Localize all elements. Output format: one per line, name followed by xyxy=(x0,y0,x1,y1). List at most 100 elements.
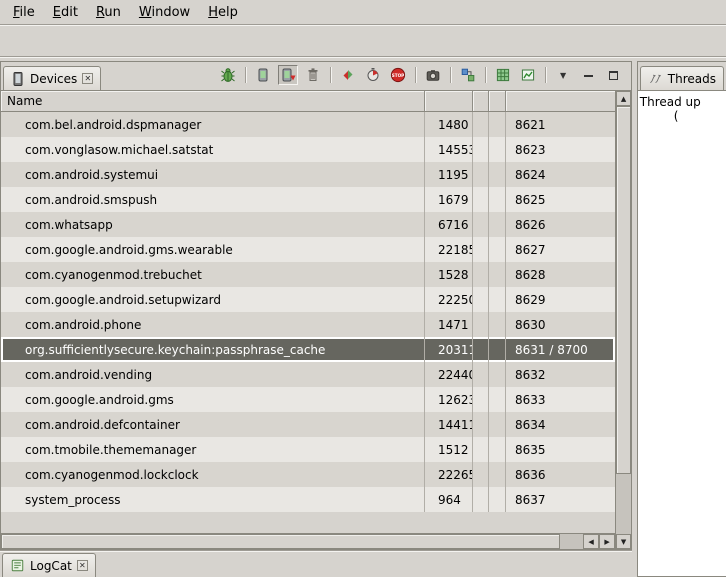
horizontal-scrollbar[interactable]: ◀ ▶ xyxy=(1,533,615,549)
process-port-cell: 8624 xyxy=(506,162,615,187)
column-header-blank-1[interactable] xyxy=(473,91,489,111)
table-row[interactable]: com.android.systemui 1195 8624 xyxy=(1,162,615,187)
process-port-cell: 8636 xyxy=(506,462,615,487)
blank-cell xyxy=(473,437,489,462)
top-toolbar-area xyxy=(0,25,726,57)
blank-cell xyxy=(489,237,506,262)
process-pid-cell: 1528 xyxy=(425,262,473,287)
table-row[interactable]: com.google.android.gms.wearable 22185 86… xyxy=(1,237,615,262)
scroll-down-icon[interactable]: ▼ xyxy=(616,534,631,549)
device-process-table: Name com.bel.android.dspmanager 1480 862… xyxy=(1,90,631,549)
view-menu-icon[interactable]: ▼ xyxy=(553,65,573,85)
column-header-port[interactable] xyxy=(506,91,615,111)
horizontal-scroll-track[interactable] xyxy=(1,534,583,549)
threads-message-line2: ( xyxy=(674,109,724,123)
view-hierarchy-icon[interactable] xyxy=(458,65,478,85)
toolbar-separator xyxy=(450,67,451,83)
stop-process-icon[interactable]: STOP xyxy=(388,65,408,85)
blank-cell xyxy=(489,137,506,162)
tab-devices-label: Devices xyxy=(30,72,77,86)
horizontal-scroll-thumb[interactable] xyxy=(1,534,560,549)
table-row[interactable]: com.android.smspush 1679 8625 xyxy=(1,187,615,212)
process-port-cell: 8621 xyxy=(506,112,615,137)
blank-cell xyxy=(489,412,506,437)
process-port-cell: 8637 xyxy=(506,487,615,512)
menubar: File Edit Run Window Help xyxy=(0,0,726,25)
tab-devices-close-icon[interactable]: ✕ xyxy=(82,73,93,84)
process-pid-cell: 14553 xyxy=(425,137,473,162)
vertical-scroll-thumb[interactable] xyxy=(616,106,631,474)
table-row[interactable]: com.bel.android.dspmanager 1480 8621 xyxy=(1,112,615,137)
tracer-icon[interactable] xyxy=(493,65,513,85)
maximize-icon[interactable] xyxy=(603,65,623,85)
column-header-blank-2[interactable] xyxy=(489,91,506,111)
show-heap-updates-icon[interactable] xyxy=(253,65,273,85)
vertical-scroll-track[interactable] xyxy=(616,106,631,534)
blank-cell xyxy=(473,137,489,162)
process-pid-cell: 1512 xyxy=(425,437,473,462)
table-row[interactable]: com.vonglasow.michael.satstat 14553 8623 xyxy=(1,137,615,162)
table-row[interactable]: com.google.android.setupwizard 22250 862… xyxy=(1,287,615,312)
process-port-cell: 8633 xyxy=(506,387,615,412)
menu-edit[interactable]: Edit xyxy=(44,2,87,23)
toolbar-separator xyxy=(485,67,486,83)
table-row[interactable]: com.google.android.gms 12623 8633 xyxy=(1,387,615,412)
tab-devices[interactable]: Devices ✕ xyxy=(3,66,101,90)
process-name-cell: com.vonglasow.michael.satstat xyxy=(1,137,425,162)
blank-cell xyxy=(473,337,489,362)
table-row[interactable]: com.android.vending 22440 8632 xyxy=(1,362,615,387)
blank-cell xyxy=(473,212,489,237)
menu-run[interactable]: Run xyxy=(87,2,130,23)
table-row[interactable]: com.android.phone 1471 8630 xyxy=(1,312,615,337)
menu-help[interactable]: Help xyxy=(199,2,247,23)
menu-window[interactable]: Window xyxy=(130,2,199,23)
process-pid-cell: 1471 xyxy=(425,312,473,337)
systrace-icon[interactable] xyxy=(518,65,538,85)
scroll-left-icon[interactable]: ◀ xyxy=(583,534,599,549)
cause-gc-icon[interactable] xyxy=(303,65,323,85)
vertical-scrollbar[interactable]: ▲ ▼ xyxy=(615,91,631,549)
debug-process-icon[interactable] xyxy=(218,65,238,85)
screen-capture-icon[interactable] xyxy=(423,65,443,85)
blank-cell xyxy=(473,362,489,387)
process-name-cell: com.tmobile.thememanager xyxy=(1,437,425,462)
column-header-name[interactable]: Name xyxy=(1,91,425,111)
table-row[interactable]: com.whatsapp 6716 8626 xyxy=(1,212,615,237)
logcat-bar: LogCat ✕ xyxy=(0,550,632,577)
minimize-icon[interactable] xyxy=(578,65,598,85)
table-row[interactable]: com.android.defcontainer 14411 8634 xyxy=(1,412,615,437)
process-name-cell: com.cyanogenmod.trebuchet xyxy=(1,262,425,287)
dump-hprof-icon[interactable] xyxy=(278,65,298,85)
devices-view-header: Devices ✕ xyxy=(1,62,631,90)
blank-cell xyxy=(489,362,506,387)
tab-threads[interactable]: Threads xyxy=(640,66,724,90)
blank-cell xyxy=(473,487,489,512)
blank-cell xyxy=(489,287,506,312)
process-pid-cell: 1679 xyxy=(425,187,473,212)
column-header-pid[interactable] xyxy=(425,91,473,111)
process-name-cell: com.android.phone xyxy=(1,312,425,337)
scroll-right-icon[interactable]: ▶ xyxy=(599,534,615,549)
table-header-row: Name xyxy=(1,91,615,112)
process-pid-cell: 1480 xyxy=(425,112,473,137)
scroll-up-icon[interactable]: ▲ xyxy=(616,91,631,106)
table-row[interactable]: com.cyanogenmod.lockclock 22265 8636 xyxy=(1,462,615,487)
menu-file[interactable]: File xyxy=(4,2,44,23)
tab-logcat[interactable]: LogCat ✕ xyxy=(2,553,96,577)
blank-cell xyxy=(489,437,506,462)
tab-logcat-label: LogCat xyxy=(30,559,72,573)
process-pid-cell: 964 xyxy=(425,487,473,512)
blank-cell xyxy=(489,187,506,212)
table-row[interactable]: system_process 964 8637 xyxy=(1,487,615,512)
tab-logcat-close-icon[interactable]: ✕ xyxy=(77,560,88,571)
update-threads-icon[interactable] xyxy=(338,65,358,85)
table-row[interactable]: org.sufficientlysecure.keychain:passphra… xyxy=(1,337,615,362)
process-port-cell: 8627 xyxy=(506,237,615,262)
threads-message-line1: Thread up xyxy=(640,95,724,109)
blank-cell xyxy=(489,112,506,137)
table-row[interactable]: com.cyanogenmod.trebuchet 1528 8628 xyxy=(1,262,615,287)
blank-cell xyxy=(473,112,489,137)
start-method-profiling-icon[interactable] xyxy=(363,65,383,85)
process-name-cell: com.whatsapp xyxy=(1,212,425,237)
table-row[interactable]: com.tmobile.thememanager 1512 8635 xyxy=(1,437,615,462)
